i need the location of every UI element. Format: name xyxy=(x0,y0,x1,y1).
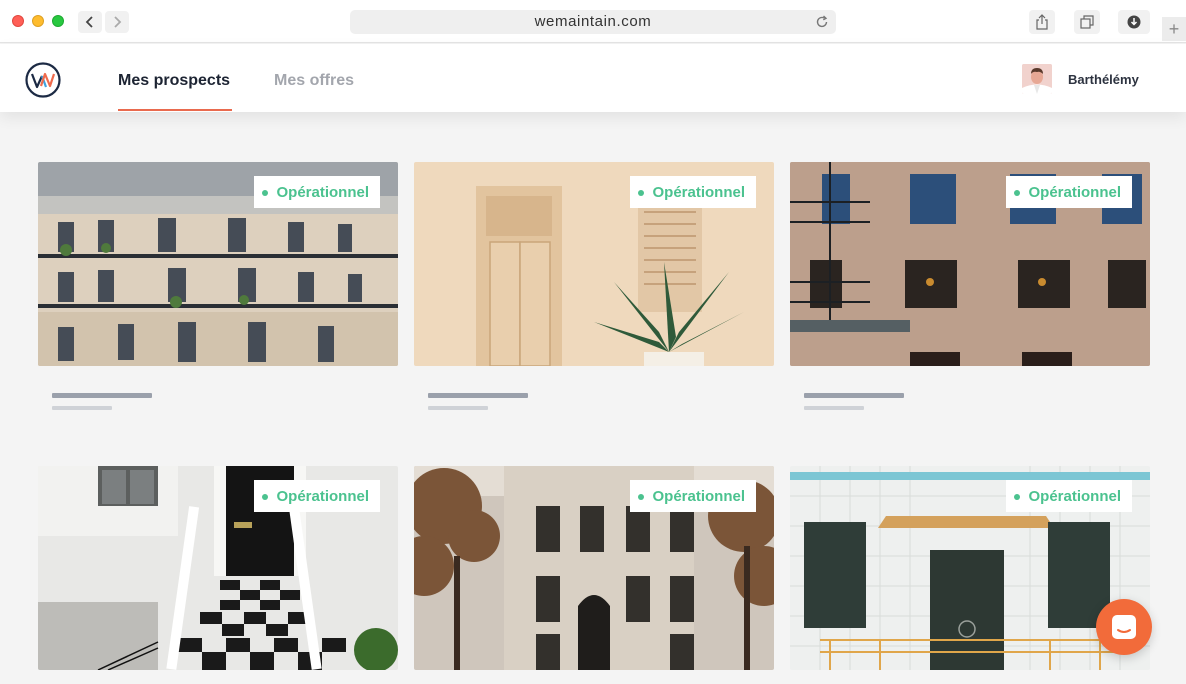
url-text: wemaintain.com xyxy=(534,13,652,30)
status-badge: Opérationnel xyxy=(630,176,756,208)
title-placeholder xyxy=(804,393,904,398)
active-tab-indicator xyxy=(118,109,232,111)
chevron-left-icon xyxy=(85,16,93,28)
status-dot-icon xyxy=(262,190,269,196)
user-portrait xyxy=(1022,64,1052,94)
browser-toolbar: wemaintain.com + xyxy=(0,0,1186,43)
forward-button[interactable] xyxy=(105,11,129,33)
status-badge: Opérationnel xyxy=(254,176,380,208)
status-text: Opérationnel xyxy=(1028,487,1121,505)
status-dot-icon xyxy=(1014,494,1021,500)
status-text: Opérationnel xyxy=(652,487,745,505)
status-dot-icon xyxy=(638,190,645,196)
chevron-right-icon xyxy=(114,16,122,28)
download-icon xyxy=(1127,15,1141,29)
status-text: Opérationnel xyxy=(276,183,369,201)
status-dot-icon xyxy=(1014,190,1021,196)
avatar[interactable] xyxy=(1022,64,1052,94)
subtitle-placeholder xyxy=(804,406,864,410)
address-bar[interactable]: wemaintain.com xyxy=(350,10,836,34)
plus-icon: + xyxy=(1168,18,1180,39)
status-text: Opérationnel xyxy=(276,487,369,505)
close-window-button[interactable] xyxy=(12,15,24,27)
title-placeholder xyxy=(428,393,528,398)
status-dot-icon xyxy=(262,494,269,500)
status-text: Opérationnel xyxy=(652,183,745,201)
maximize-window-button[interactable] xyxy=(52,15,64,27)
status-dot-icon xyxy=(638,494,645,500)
app-header: Mes prospects Mes offres Barthélémy xyxy=(0,44,1186,112)
new-tab-button[interactable]: + xyxy=(1162,17,1186,41)
tab-overview-button[interactable] xyxy=(1074,10,1100,34)
minimize-window-button[interactable] xyxy=(32,15,44,27)
status-badge: Opérationnel xyxy=(1006,176,1132,208)
subtitle-placeholder xyxy=(428,406,488,410)
title-placeholder xyxy=(52,393,152,398)
status-badge: Opérationnel xyxy=(1006,480,1132,512)
tabs-icon xyxy=(1080,15,1094,29)
chat-icon xyxy=(1112,615,1136,639)
status-text: Opérationnel xyxy=(1028,183,1121,201)
status-badge: Opérationnel xyxy=(254,480,380,512)
share-icon xyxy=(1036,14,1048,30)
back-button[interactable] xyxy=(78,11,102,33)
user-name[interactable]: Barthélémy xyxy=(1068,72,1139,87)
wemaintain-logo[interactable] xyxy=(25,62,61,98)
tab-mes-prospects[interactable]: Mes prospects xyxy=(118,72,230,90)
status-badge: Opérationnel xyxy=(630,480,756,512)
downloads-button[interactable] xyxy=(1118,10,1150,34)
tab-mes-offres[interactable]: Mes offres xyxy=(274,72,354,90)
share-button[interactable] xyxy=(1029,10,1055,34)
reload-icon[interactable] xyxy=(814,14,830,30)
chat-launcher-button[interactable] xyxy=(1096,599,1152,655)
subtitle-placeholder xyxy=(52,406,112,410)
